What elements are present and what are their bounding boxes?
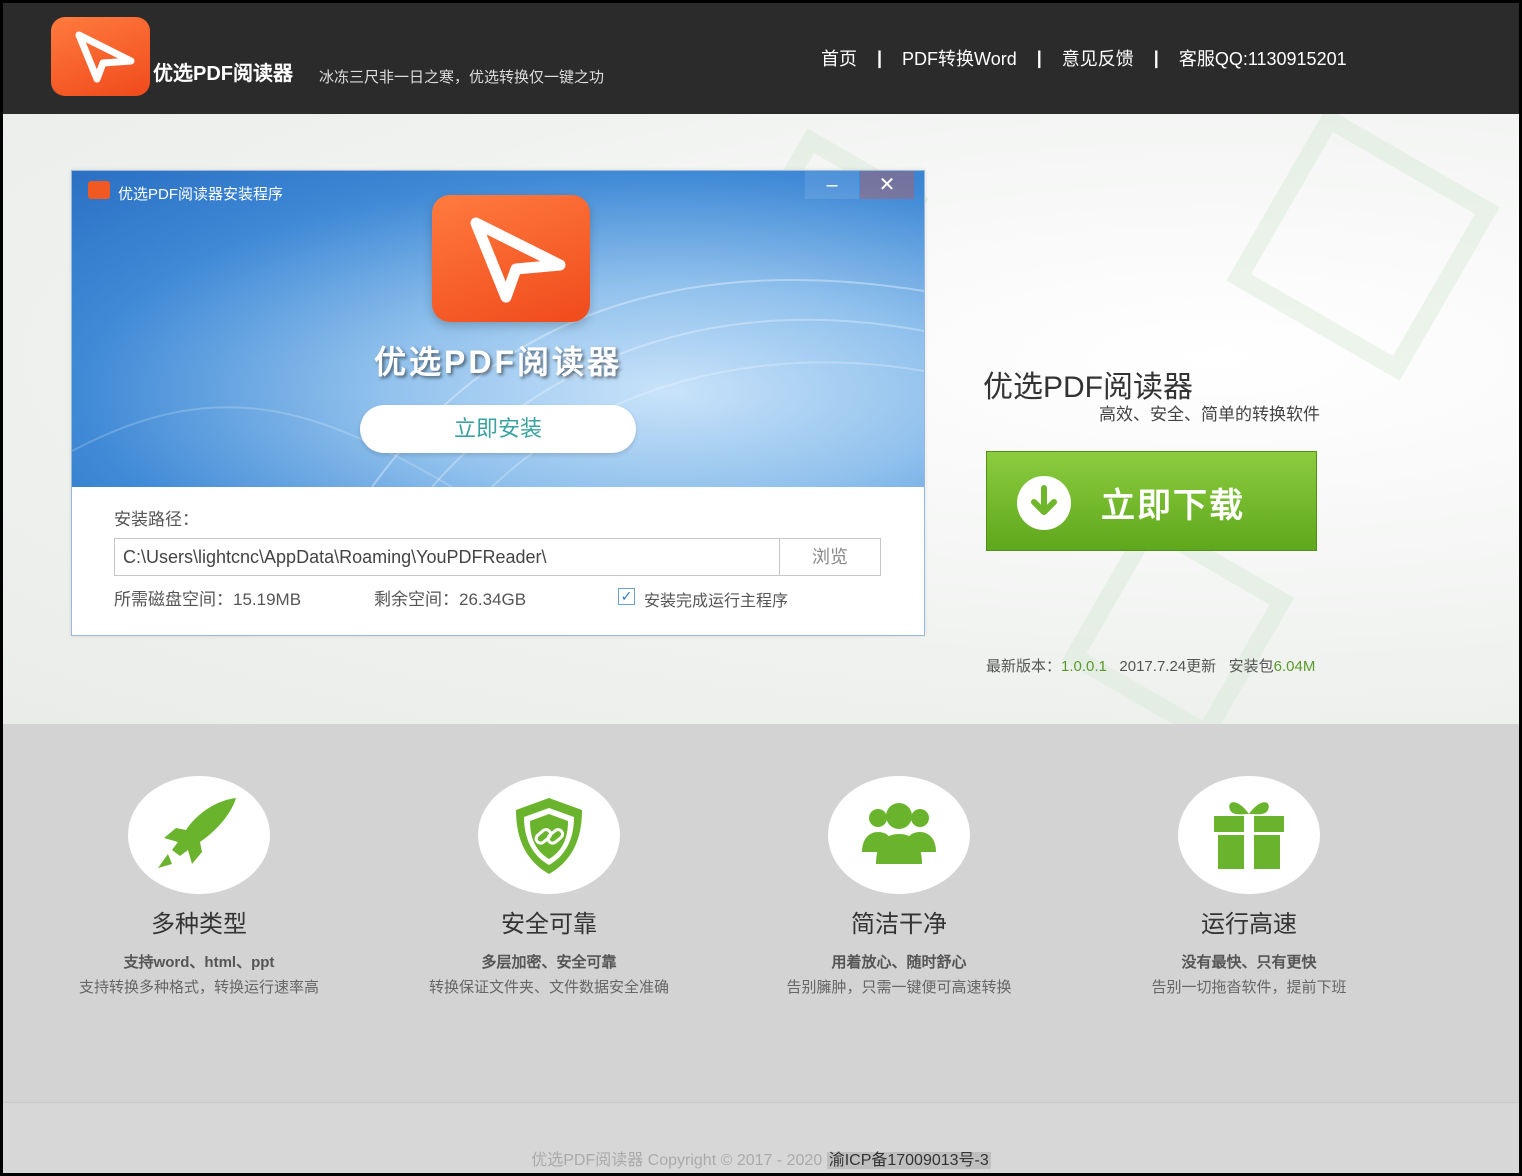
installer-banner: 优选PDF阅读器安装程序 – ✕ 优选PDF阅读器 立即安装 (72, 171, 924, 487)
feature-description: 告别一切拖沓软件，提前下班 (1151, 979, 1347, 996)
version-number: 1.0.0.1 (1061, 658, 1107, 675)
disk-free: 剩余空间：26.34GB (374, 590, 527, 609)
site-footer: 优选PDF阅读器 Copyright © 2017 - 2020 渝ICP备17… (3, 1102, 1519, 1173)
installer-small-logo-icon (88, 181, 110, 199)
feature-description: 转换保证文件夹、文件数据安全准确 (428, 979, 669, 996)
nav-separator: | (877, 47, 883, 68)
feature-description: 支持转换多种格式，转换运行速率高 (78, 979, 319, 996)
feature-card: 多种类型 支持word、html、ppt 支持转换多种格式，转换运行速率高 (49, 776, 349, 999)
download-now-button[interactable]: 立即下载 (986, 451, 1317, 551)
footer-text: 优选PDF阅读器 Copyright © 2017 - 2020 渝ICP备17… (3, 1146, 1519, 1170)
copyright-text: 优选PDF阅读器 Copyright © 2017 - 2020 (531, 1152, 823, 1169)
feature-title: 多种类型 (151, 911, 247, 938)
icp-link[interactable]: 渝ICP备17009013号-3 (826, 1152, 991, 1169)
product-subtitle: 高效、安全、简单的转换软件 (1099, 405, 1320, 424)
feature-subtitle: 没有最快、只有更快 (1181, 954, 1317, 971)
download-button-label: 立即下载 (1101, 487, 1245, 525)
version-info: 最新版本：1.0.0.1 2017.7.24更新 安装包6.04M (986, 655, 1315, 676)
install-path-label: 安装路径： (114, 510, 199, 529)
disk-required: 所需磁盘空间：15.19MB (114, 590, 302, 609)
gift-icon (1178, 776, 1320, 894)
hexagon-decoration (1226, 114, 1500, 381)
pdf-logo-icon (470, 217, 566, 303)
shield-link-icon (478, 776, 620, 894)
site-logo[interactable] (51, 17, 150, 96)
feature-title: 安全可靠 (501, 911, 597, 938)
minimize-button[interactable]: – (805, 171, 859, 199)
rocket-icon (128, 776, 270, 894)
close-button[interactable]: ✕ (860, 171, 914, 199)
features-section: 多种类型 支持word、html、ppt 支持转换多种格式，转换运行速率高 安全… (3, 724, 1519, 1102)
site-header: 优选PDF阅读器 冰冻三尺非一日之寒，优选转换仅一键之功 首页 | PDF转换W… (3, 3, 1519, 114)
install-now-button[interactable]: 立即安装 (360, 405, 636, 453)
feature-card: 运行高速 没有最快、只有更快 告别一切拖沓软件，提前下班 (1099, 776, 1399, 999)
version-label: 最新版本： (986, 658, 1062, 675)
package-size: 6.04M (1273, 658, 1316, 675)
page-frame: 优选PDF阅读器 冰冻三尺非一日之寒，优选转换仅一键之功 首页 | PDF转换W… (3, 3, 1519, 1173)
browse-button[interactable]: 浏览 (779, 538, 881, 576)
nav-separator: | (1153, 47, 1159, 68)
nav-customer-qq[interactable]: 客服QQ:1130915201 (1171, 45, 1355, 71)
feature-subtitle: 多层加密、安全可靠 (481, 954, 617, 971)
hero-section: 优选PDF阅读器安装程序 – ✕ 优选PDF阅读器 立即安装 安装路径： C:\… (3, 114, 1519, 724)
feature-description: 告别臃肿，只需一键便可高速转换 (786, 979, 1012, 996)
feature-subtitle: 支持word、html、ppt (123, 954, 275, 971)
nav-home[interactable]: 首页 (813, 45, 865, 71)
feature-subtitle: 用着放心、随时舒心 (831, 954, 967, 971)
installer-logo (432, 195, 590, 322)
installer-window: 优选PDF阅读器安装程序 – ✕ 优选PDF阅读器 立即安装 安装路径： C:\… (71, 170, 925, 636)
run-after-install-label[interactable]: 安装完成运行主程序 (644, 587, 788, 611)
nav-separator: | (1036, 47, 1042, 68)
install-path-input[interactable]: C:\Users\lightcnc\AppData\Roaming\YouPDF… (114, 538, 780, 576)
feature-card: 安全可靠 多层加密、安全可靠 转换保证文件夹、文件数据安全准确 (399, 776, 699, 999)
nav-feedback[interactable]: 意见反馈 (1054, 45, 1142, 71)
update-date: 2017.7.24更新 (1119, 658, 1217, 675)
installer-product-name: 优选PDF阅读器 (373, 344, 622, 380)
pdf-logo-icon (75, 31, 135, 83)
run-after-install-checkbox[interactable]: ✓ (618, 588, 635, 605)
nav-pdf-to-word[interactable]: PDF转换Word (894, 45, 1025, 71)
brand-name: 优选PDF阅读器 (153, 63, 293, 85)
installer-title: 优选PDF阅读器安装程序 (118, 186, 284, 203)
users-icon (828, 776, 970, 894)
feature-card: 简洁干净 用着放心、随时舒心 告别臃肿，只需一键便可高速转换 (749, 776, 1049, 999)
feature-title: 运行高速 (1201, 911, 1297, 938)
slogan: 冰冻三尺非一日之寒，优选转换仅一键之功 (319, 69, 605, 86)
feature-title: 简洁干净 (851, 911, 947, 938)
package-label: 安装包 (1228, 658, 1274, 675)
top-nav: 首页 | PDF转换Word | 意见反馈 | 客服QQ:1130915201 (813, 45, 1355, 71)
download-arrow-icon (1017, 476, 1071, 530)
